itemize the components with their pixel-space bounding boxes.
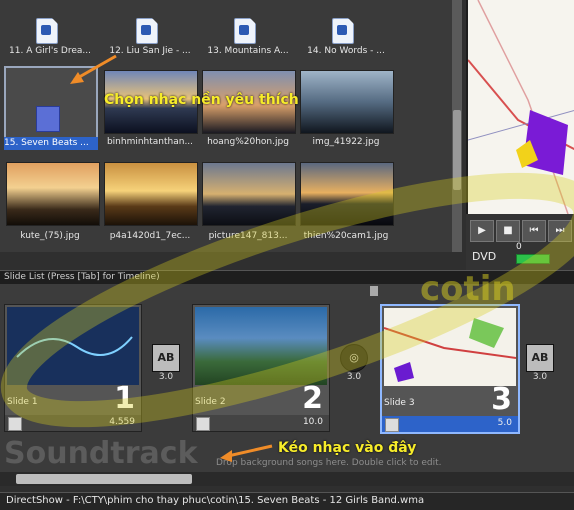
- slide-bar: 4.559: [5, 415, 141, 431]
- play-icon[interactable]: [385, 418, 399, 432]
- slide-number: 1: [114, 381, 135, 416]
- audio-file[interactable]: 14. No Words - ...: [296, 8, 396, 64]
- previous-button[interactable]: ⏮: [522, 220, 546, 242]
- annotation-choose-music: Chọn nhạc nền yêu thích: [104, 92, 299, 108]
- image-label: img_41922.jpg: [312, 137, 380, 147]
- slide-thumbnail: [195, 307, 327, 385]
- audio-file-icon: [234, 18, 256, 44]
- stop-button[interactable]: ■: [496, 220, 520, 242]
- audio-file-label: 13. Mountains A...: [207, 46, 289, 56]
- slide-timeline: Slide 1 1 4.559 AB 3.0 Slide 2 2 10.0 ◎ …: [0, 300, 574, 436]
- slide-duration: 5.0: [497, 418, 512, 428]
- media-browser: 11. A Girl's Drea... 12. Liu San Jie - .…: [0, 0, 462, 252]
- image-label: thien%20cam1.jpg: [303, 231, 389, 241]
- preview-map-image: [468, 0, 574, 214]
- audio-file-icon: [332, 18, 354, 44]
- transition-duration: 3.0: [532, 372, 548, 382]
- image-thumbnail[interactable]: [104, 162, 198, 226]
- image-label: binhminhtanthan...: [106, 137, 194, 147]
- audio-level-meter: [516, 254, 550, 264]
- slide-number: 2: [302, 381, 323, 416]
- scrollbar-thumb[interactable]: [16, 474, 192, 484]
- annotation-drag-music: Kéo nhạc vào đây: [278, 440, 417, 456]
- slide-bar: 5.0: [382, 416, 518, 432]
- play-icon[interactable]: [8, 417, 22, 431]
- slide-number: 3: [491, 382, 512, 417]
- transition-duration: 3.0: [158, 372, 174, 382]
- format-label: DVD: [472, 250, 497, 263]
- slide-duration: 4.559: [109, 417, 135, 427]
- transition-icon[interactable]: AB: [526, 344, 554, 372]
- audio-file[interactable]: 13. Mountains A...: [198, 8, 298, 64]
- audio-file-label: 14. No Words - ...: [307, 46, 385, 56]
- slide-label: Slide 3: [384, 398, 415, 408]
- transition-icon[interactable]: AB: [152, 344, 180, 372]
- slide-label: Slide 1: [7, 397, 38, 407]
- image-thumbnail[interactable]: [202, 162, 296, 226]
- scrollbar-thumb[interactable]: [453, 110, 461, 190]
- audio-file-icon: [136, 18, 158, 44]
- slide-2[interactable]: Slide 2 2 10.0: [192, 304, 330, 432]
- splitter-handle[interactable]: [370, 286, 378, 296]
- audio-file-icon: [36, 18, 58, 44]
- transition-duration: 3.0: [346, 372, 362, 382]
- image-label: hoang%20hon.jpg: [207, 137, 289, 147]
- arrow-icon: [70, 54, 117, 84]
- selected-audio-label: 15. Seven Beats ...: [4, 137, 98, 150]
- play-button[interactable]: ▶: [470, 220, 494, 242]
- image-label: p4a1420d1_7ec...: [109, 231, 191, 241]
- image-thumbnail[interactable]: [300, 162, 394, 226]
- arrow-icon: [220, 444, 273, 462]
- status-bar: DirectShow - F:\CTY\phim cho thay phuc\c…: [0, 492, 574, 510]
- preview-pane: [466, 0, 574, 214]
- slide-list-title: Slide List (Press [Tab] for Timeline): [4, 272, 160, 282]
- timeline-scrollbar[interactable]: [0, 472, 574, 486]
- slide-1[interactable]: Slide 1 1 4.559: [4, 304, 142, 432]
- audio-file-icon: [36, 106, 60, 132]
- image-label: picture147_813...: [208, 231, 288, 241]
- browser-scrollbar[interactable]: [452, 0, 462, 252]
- slide-label: Slide 2: [195, 397, 226, 407]
- meter-value: 0: [516, 242, 522, 252]
- image-thumbnail[interactable]: [6, 162, 100, 226]
- soundtrack-title: Soundtrack: [4, 436, 198, 471]
- splitter[interactable]: [0, 284, 574, 300]
- image-label: kute_(75).jpg: [20, 231, 80, 241]
- slide-thumbnail: [383, 308, 517, 386]
- image-thumbnail[interactable]: [300, 70, 394, 134]
- slide-bar: 10.0: [193, 415, 329, 431]
- play-icon[interactable]: [196, 417, 210, 431]
- playback-controls: ▶ ■ ⏮ ⏭ DVD 0: [466, 214, 574, 270]
- slide-duration: 10.0: [302, 417, 323, 427]
- transition-icon[interactable]: ◎: [340, 344, 368, 372]
- slide-thumbnail: [7, 307, 139, 385]
- next-button[interactable]: ⏭: [548, 220, 572, 242]
- status-text: DirectShow - F:\CTY\phim cho thay phuc\c…: [6, 495, 425, 506]
- slide-3[interactable]: Slide 3 3 5.0: [380, 304, 520, 434]
- slide-list-header: Slide List (Press [Tab] for Timeline): [0, 270, 574, 285]
